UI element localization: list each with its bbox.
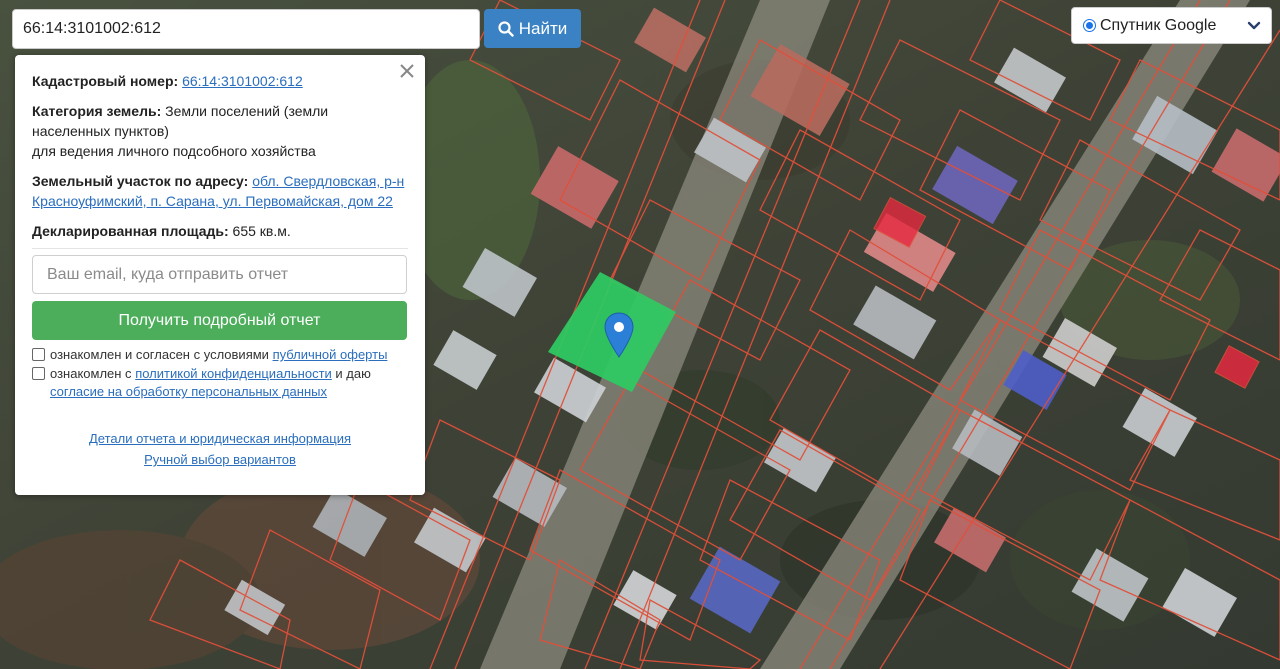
public-offer-link[interactable]: публичной оферты	[273, 347, 388, 362]
address-label: Земельный участок по адресу:	[32, 173, 249, 189]
chevron-down-icon	[1247, 21, 1261, 29]
offer-consent-label: ознакомлен и согласен с условиями публич…	[50, 346, 387, 364]
footer-links: Детали отчета и юридическая информация Р…	[32, 428, 408, 470]
close-icon[interactable]	[399, 63, 415, 79]
email-field[interactable]	[32, 255, 407, 294]
layer-select-value: Спутник Google	[1100, 16, 1217, 34]
usage-value: для ведения личного подсобного хозяйства	[32, 143, 316, 159]
report-details-link[interactable]: Детали отчета и юридическая информация	[89, 428, 351, 449]
privacy-consent-checkbox[interactable]	[32, 367, 45, 380]
cadastral-number-row: Кадастровый номер: 66:14:3101002:612	[32, 71, 408, 91]
area-row: Декларированная площадь: 655 кв.м.	[32, 221, 408, 241]
divider	[32, 248, 408, 249]
privacy-consent-mid: и даю	[331, 366, 371, 381]
address-row: Земельный участок по адресу: обл. Свердл…	[32, 171, 408, 211]
search-icon	[498, 20, 514, 37]
privacy-consent-text: ознакомлен с	[50, 366, 136, 381]
cadastral-number-link[interactable]: 66:14:3101002:612	[182, 73, 303, 89]
search-input[interactable]	[12, 9, 480, 49]
offer-consent: ознакомлен и согласен с условиями публич…	[32, 346, 408, 364]
personal-data-consent-link[interactable]: согласие на обработку персональных данны…	[50, 384, 327, 399]
area-value: 655 кв.м.	[232, 223, 291, 239]
cadastral-label: Кадастровый номер:	[32, 73, 179, 89]
search-button[interactable]: Найти	[484, 9, 581, 48]
offer-consent-checkbox[interactable]	[32, 348, 45, 361]
parcel-info-panel: Кадастровый номер: 66:14:3101002:612 Кат…	[15, 55, 425, 495]
land-category-row: Категория земель: Земли поселений (земли…	[32, 101, 408, 161]
offer-consent-text: ознакомлен и согласен с условиями	[50, 347, 273, 362]
category-label: Категория земель:	[32, 103, 162, 119]
manual-selection-link[interactable]: Ручной выбор вариантов	[144, 449, 296, 470]
radio-icon	[1083, 19, 1096, 32]
privacy-consent: ознакомлен с политикой конфиденциальност…	[32, 365, 408, 401]
privacy-policy-link[interactable]: политикой конфиденциальности	[135, 366, 332, 381]
search-button-label: Найти	[518, 18, 568, 38]
privacy-consent-label: ознакомлен с политикой конфиденциальност…	[50, 365, 371, 401]
map-layer-select[interactable]: Спутник Google	[1071, 7, 1272, 44]
map-marker-icon[interactable]	[604, 312, 634, 358]
get-report-button[interactable]: Получить подробный отчет	[32, 301, 407, 340]
area-label: Декларированная площадь:	[32, 223, 229, 239]
